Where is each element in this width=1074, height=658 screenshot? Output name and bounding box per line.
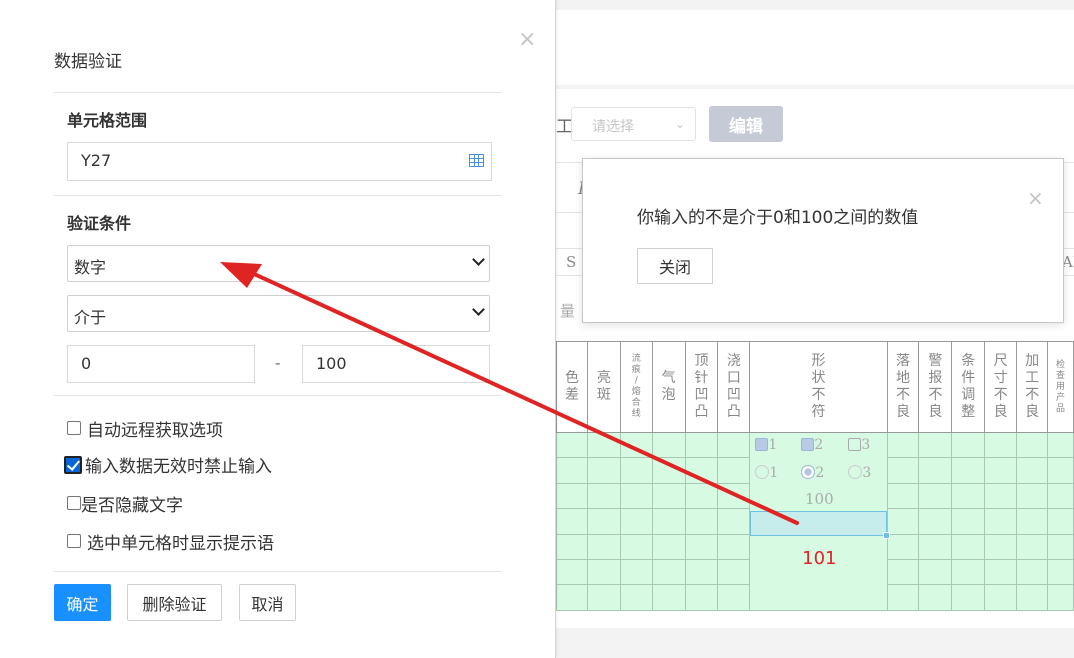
operator-select[interactable]: 介于 (67, 295, 490, 332)
min-value: 0 (81, 354, 92, 373)
divider (54, 395, 502, 396)
checkbox[interactable] (67, 534, 81, 548)
header-row: 色差亮斑流痕 / 熔合线气泡顶针凹凸浇口凹凸形状不符落地不良警报不良条件调整尺寸不良… (556, 341, 1074, 433)
cancel-button[interactable]: 取消 (239, 584, 296, 621)
cell-range-input[interactable]: Y27 (67, 142, 492, 181)
selected-cell[interactable] (750, 511, 888, 536)
cell-value: 100 (804, 490, 834, 508)
invalid-cell-value: 101 (802, 548, 837, 569)
column-header: 流痕 / 熔合线 (619, 341, 653, 433)
column-header: 检查用产品 (1047, 341, 1074, 433)
checkbox-option[interactable]: 2 (801, 437, 823, 453)
max-value: 100 (316, 354, 347, 373)
range-dash: - (275, 354, 281, 372)
range-section-title: 单元格范围 (67, 111, 148, 130)
column-header: 亮斑 (586, 341, 621, 433)
column-header: 尺寸不良 (984, 341, 1018, 433)
bottom-band (556, 628, 1074, 658)
option-auto-remote[interactable]: 自动远程获取选项 (67, 416, 223, 441)
column-header: 落地不良 (886, 341, 920, 433)
option-label: 输入数据无效时禁止输入 (85, 457, 272, 477)
column-header: 警报不良 (918, 341, 953, 433)
chevron-down-icon (472, 303, 485, 316)
confirm-button[interactable]: 确定 (54, 584, 111, 621)
option-hide-text[interactable]: 是否隐藏文字 (67, 491, 183, 516)
top-band (556, 0, 1074, 10)
operator-value: 介于 (74, 308, 107, 327)
option-label: 选中单元格时显示提示语 (87, 534, 274, 554)
divider (54, 92, 502, 93)
cell-range-value: Y27 (81, 151, 112, 170)
data-validation-panel: × 数据验证 单元格范围 Y27 验证条件 数字 介于 0 - 100 自动远程… (0, 0, 556, 658)
radio-option[interactable]: 1 (755, 465, 778, 481)
validation-alert-dialog: × 你输入的不是介于0和100之间的数值 关闭 (582, 158, 1064, 323)
checkbox[interactable] (67, 421, 81, 435)
option-show-tip[interactable]: 选中单元格时显示提示语 (67, 529, 274, 554)
header-band (556, 85, 1074, 89)
column-header: 色差 (556, 341, 588, 433)
toolbar-select-placeholder: 请选择 (592, 119, 634, 135)
close-icon[interactable]: × (518, 27, 536, 52)
delete-validation-button[interactable]: 删除验证 (127, 584, 222, 621)
table-row: 1 2 3 1 2 3 100 101 (556, 431, 1074, 611)
row-label-fragment: 量 (560, 302, 576, 320)
chevron-down-icon: ⌄ (674, 117, 685, 131)
close-icon[interactable]: × (1027, 186, 1044, 210)
fill-handle[interactable] (883, 532, 891, 539)
column-header: 加工不良 (1016, 341, 1049, 433)
divider (54, 571, 502, 572)
shape-cell-zone: 1 2 3 1 2 3 100 101 (749, 432, 891, 611)
divider (54, 195, 502, 196)
checkbox-option[interactable]: 1 (755, 437, 777, 453)
column-header: 气泡 (651, 341, 686, 433)
edit-button[interactable]: 编辑 (709, 106, 783, 142)
column-header: 形状不符 (749, 341, 888, 433)
checkbox-option[interactable]: 3 (848, 437, 870, 453)
column-header: 浇口凹凸 (717, 341, 751, 433)
panel-title: 数据验证 (54, 52, 122, 72)
condition-section-title: 验证条件 (67, 214, 132, 233)
alert-close-button[interactable]: 关闭 (637, 248, 713, 284)
column-header: 条件调整 (951, 341, 986, 433)
table-grid-icon[interactable] (469, 154, 484, 167)
radio-group: 1 2 3 (750, 461, 888, 487)
option-block-invalid[interactable]: 输入数据无效时禁止输入 (64, 452, 272, 477)
radio-option[interactable]: 2 (801, 465, 824, 481)
option-label: 是否隐藏文字 (81, 496, 183, 516)
validation-type-select[interactable]: 数字 (67, 245, 490, 282)
max-value-input[interactable]: 100 (302, 345, 490, 383)
validation-type-value: 数字 (74, 258, 107, 277)
checkbox-group: 1 2 3 (750, 433, 888, 459)
radio-option[interactable]: 3 (848, 465, 871, 481)
chevron-down-icon (472, 253, 485, 266)
column-header: 顶针凹凸 (684, 341, 719, 433)
min-value-input[interactable]: 0 (67, 345, 255, 383)
checkbox-checked[interactable] (64, 456, 82, 474)
column-letter: S (566, 253, 577, 271)
spreadsheet-grid: 色差亮斑流痕 / 熔合线气泡顶针凹凸浇口凹凸形状不符落地不良警报不良条件调整尺寸不良… (556, 341, 1074, 611)
alert-message: 你输入的不是介于0和100之间的数值 (637, 208, 919, 228)
option-label: 自动远程获取选项 (87, 421, 223, 441)
checkbox[interactable] (67, 496, 81, 510)
toolbar-select[interactable]: 请选择 ⌄ (571, 107, 696, 141)
